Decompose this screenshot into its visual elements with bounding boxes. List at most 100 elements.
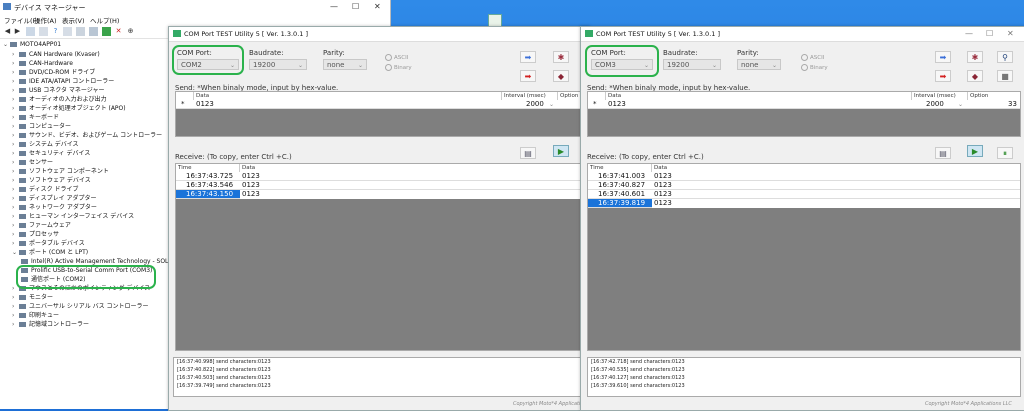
radio-binary[interactable]: Binary (801, 64, 828, 71)
parity-label: Parity: (323, 49, 345, 57)
radio-ascii[interactable]: ASCII (801, 54, 824, 61)
close-icon[interactable]: ✕ (374, 2, 381, 11)
receive-grid: Time Data 16:37:41.003 0123 16:37:40.827… (587, 163, 1021, 351)
tree-item[interactable]: › コンピューター (12, 122, 71, 131)
repeat-stop-button[interactable]: ◆ (553, 70, 569, 82)
interval-dropdown-icon[interactable]: ⌄ (958, 100, 963, 109)
send-option-cell[interactable]: 33 (1008, 100, 1017, 109)
back-icon[interactable]: ◀ (3, 27, 12, 36)
tree-item[interactable]: › 記憶域コントローラー (12, 320, 89, 329)
print-icon[interactable] (76, 27, 85, 36)
receive-row[interactable] (176, 172, 584, 181)
repeat-stop-button[interactable]: ◆ (967, 70, 983, 82)
tree-item[interactable]: › ユニバーサル シリアル バス コントローラー (12, 302, 149, 311)
send-once-button[interactable]: ➡ (935, 51, 951, 63)
receive-grid-empty-area (588, 208, 1020, 350)
tree-item[interactable]: › DVD/CD-ROM ドライブ (12, 68, 95, 77)
receive-row[interactable] (588, 181, 1020, 190)
receive-header-data: Data (240, 164, 584, 172)
baudrate-select[interactable]: 19200 ⌄ (249, 59, 307, 70)
tree-item[interactable]: › キーボード (12, 113, 59, 122)
tree-item[interactable]: › ネットワーク アダプター (12, 203, 97, 212)
tree-item[interactable]: › ファームウェア (12, 221, 71, 230)
connect-icon[interactable]: ⚲ (997, 51, 1013, 63)
tree-item[interactable]: › IDE ATA/ATAPI コントローラー (12, 77, 114, 86)
parity-select[interactable]: none ⌄ (737, 59, 781, 70)
minimize-icon[interactable]: — (965, 29, 973, 38)
tree-item[interactable]: › モニター (12, 293, 53, 302)
clear-receive-button[interactable]: ▤ (520, 147, 536, 159)
baudrate-label: Baudrate: (249, 49, 284, 57)
pause-button[interactable]: ⏸ (997, 147, 1013, 159)
com-utility-window-left: COM Port TEST Utility 5 [ Ver. 1.3.0.1 ]… (168, 26, 590, 411)
interval-dropdown-icon[interactable]: ⌄ (549, 100, 554, 109)
tree-item[interactable]: › ヒューマン インターフェイス デバイス (12, 212, 134, 221)
tree-item[interactable]: › サウンド、ビデオ、およびゲーム コントローラー (12, 131, 162, 140)
help-icon[interactable]: ? (51, 27, 60, 36)
utility-titlebar: COM Port TEST Utility 5 [ Ver. 1.3.0.1 ]… (581, 27, 1024, 42)
tree-item[interactable]: › ポータブル デバイス (12, 239, 85, 248)
tree-item[interactable]: › USB コネクタ マネージャー (12, 86, 104, 95)
list-icon[interactable] (63, 27, 72, 36)
scan-hardware-icon[interactable]: ⊕ (126, 27, 135, 36)
clear-receive-button[interactable]: ▤ (935, 147, 951, 159)
tree-root[interactable]: ⌄ MOTO4APP01 (3, 40, 61, 49)
tree-item[interactable]: › CAN Hardware (Kvaser) (12, 50, 100, 59)
minimize-icon[interactable]: — (330, 2, 338, 11)
pattern-button[interactable]: ✱ (967, 51, 983, 63)
tree-item[interactable]: › センサー (12, 158, 53, 167)
menu-action[interactable]: 操作(A) (34, 15, 57, 25)
receive-row[interactable] (176, 181, 584, 190)
receive-row[interactable] (588, 190, 1020, 199)
send-grid-empty-area (176, 109, 584, 136)
properties-icon[interactable] (39, 27, 48, 36)
radio-ascii[interactable]: ASCII (385, 54, 408, 61)
forward-icon[interactable]: ▶ (13, 27, 22, 36)
receive-start-button[interactable]: ▶ (967, 145, 983, 157)
menu-help[interactable]: ヘルプ(H) (90, 15, 119, 25)
send-grid: Data Interval (msec) Option * 0123 2000 … (587, 91, 1021, 137)
app-icon (173, 30, 181, 37)
tree-item[interactable]: › ソフトウェア コンポーネント (12, 167, 109, 176)
send-repeat-button[interactable]: ➡ (935, 70, 951, 82)
send-interval-cell[interactable]: 2000 (926, 100, 944, 109)
uninstall-icon[interactable]: ✕ (114, 27, 123, 36)
radio-binary[interactable]: Binary (385, 64, 412, 71)
tree-item-ports[interactable]: ⌄ ポート (COM と LPT) (12, 248, 88, 257)
tree-item[interactable]: › 印刷キュー (12, 311, 59, 320)
send-once-button[interactable]: ➡ (520, 51, 536, 63)
pattern-button[interactable]: ✱ (553, 51, 569, 63)
send-data-cell[interactable]: 0123 (608, 100, 626, 109)
tree-item[interactable]: › プロセッサ (12, 230, 59, 239)
send-row[interactable] (588, 100, 1020, 109)
tree-item[interactable]: › オーディオ処理オブジェクト (APO) (12, 104, 126, 113)
send-header-data: Data (194, 92, 502, 100)
receive-start-button[interactable]: ▶ (553, 145, 569, 157)
tree-item[interactable]: › ソフトウェア デバイス (12, 176, 91, 185)
maximize-icon[interactable]: ☐ (986, 29, 993, 38)
tree-item[interactable]: › システム デバイス (12, 140, 79, 149)
send-data-cell[interactable]: 0123 (196, 100, 214, 109)
parity-select[interactable]: none ⌄ (323, 59, 367, 70)
maximize-icon[interactable]: ☐ (352, 2, 359, 11)
tree-item[interactable]: › セキュリティ デバイス (12, 149, 90, 158)
tree-item[interactable]: › CAN-Hardware (12, 59, 73, 68)
close-icon[interactable]: ✕ (1007, 29, 1014, 38)
send-interval-cell[interactable]: 2000 (526, 100, 544, 109)
send-row[interactable] (176, 100, 584, 109)
monitor-icon[interactable] (89, 27, 98, 36)
tree-item[interactable]: › オーディオの入力および出力 (12, 95, 107, 104)
utility-title: COM Port TEST Utility 5 [ Ver. 1.3.0.1 ] (184, 30, 309, 38)
stop-button[interactable]: ■ (997, 70, 1013, 82)
send-repeat-button[interactable]: ➡ (520, 70, 536, 82)
com-utility-window-right: COM Port TEST Utility 5 [ Ver. 1.3.0.1 ]… (580, 26, 1024, 411)
menu-view[interactable]: 表示(V) (62, 15, 85, 25)
view-icon[interactable] (26, 27, 35, 36)
baudrate-select[interactable]: 19200 ⌄ (663, 59, 721, 70)
tree-item[interactable]: › ディスク ドライブ (12, 185, 79, 194)
update-driver-icon[interactable] (102, 27, 111, 36)
utility-titlebar: COM Port TEST Utility 5 [ Ver. 1.3.0.1 ] (169, 27, 589, 42)
receive-row[interactable] (588, 172, 1020, 181)
tree-item[interactable]: › ディスプレイ アダプター (12, 194, 97, 203)
highlight-com-port (172, 45, 244, 75)
